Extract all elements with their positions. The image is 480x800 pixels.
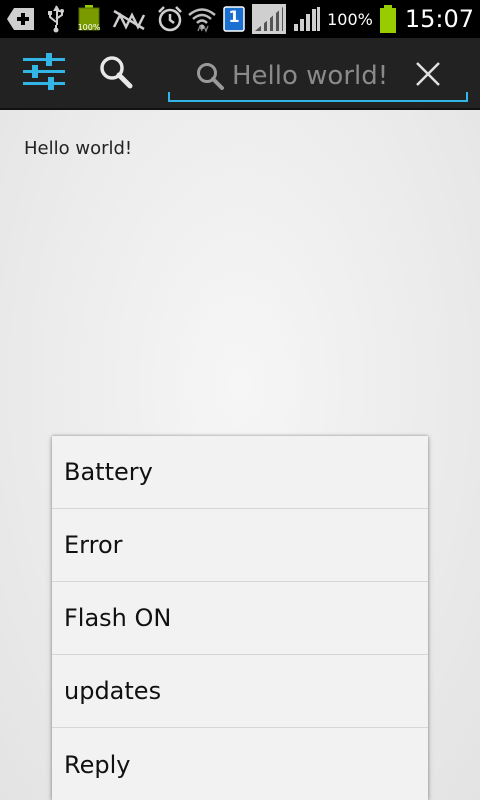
menu-item-battery[interactable]: Battery <box>52 436 428 509</box>
battery-icon <box>379 4 397 34</box>
search-icon <box>98 54 134 94</box>
sim-badge-icon: 1 <box>223 4 245 34</box>
signal-box-icon <box>251 4 287 34</box>
status-bar-notifications: 100% <box>6 0 184 38</box>
sim-badge-number: 1 <box>228 7 240 26</box>
status-bar-system: 1 100% 15:07 <box>187 0 474 38</box>
settings-button[interactable] <box>20 52 68 96</box>
menu-item-updates[interactable]: updates <box>52 655 428 728</box>
search-field-icon <box>190 56 230 96</box>
clock-time: 15:07 <box>404 5 474 33</box>
menu-item-reply[interactable]: Reply <box>52 728 428 800</box>
no-signal-crossed-icon <box>112 4 146 34</box>
status-bar: 100% 1 100% 15:07 <box>0 0 480 38</box>
battery-percent: 100% <box>327 9 373 29</box>
battery-small-label: 100% <box>77 23 101 32</box>
search-field[interactable] <box>168 52 468 102</box>
menu-item-flash-on[interactable]: Flash ON <box>52 582 428 655</box>
wifi-icon <box>187 4 217 34</box>
search-button[interactable] <box>92 52 140 96</box>
clear-search-button[interactable] <box>408 56 448 96</box>
sliders-icon <box>22 52 66 96</box>
add-notification-icon <box>6 4 36 34</box>
menu-item-error[interactable]: Error <box>52 509 428 582</box>
content-text: Hello world! <box>24 138 133 159</box>
popup-menu: Battery Error Flash ON updates Reply <box>52 436 428 800</box>
close-icon <box>415 61 441 91</box>
alarm-clock-icon <box>156 4 184 34</box>
action-bar <box>0 38 480 110</box>
usb-icon <box>46 4 66 34</box>
cellular-signal-icon <box>293 4 321 34</box>
battery-full-notification-icon: 100% <box>76 4 102 34</box>
search-input[interactable] <box>232 61 412 91</box>
